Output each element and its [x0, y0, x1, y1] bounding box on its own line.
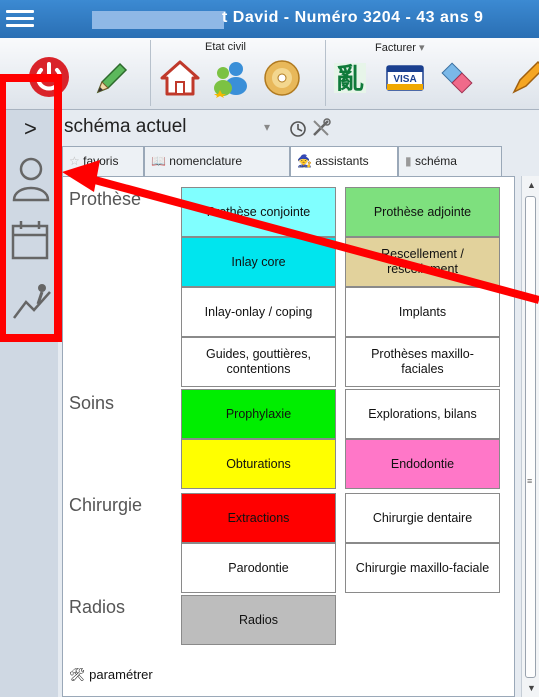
etat-civil-label: Etat civil [205, 41, 246, 53]
assistant-button[interactable]: Chirurgie maxillo-faciale [345, 543, 500, 593]
user-icon[interactable] [10, 154, 52, 202]
home-icon[interactable] [160, 58, 200, 98]
panel-title[interactable]: schéma actuel [64, 116, 187, 138]
patients-icon[interactable] [210, 58, 250, 98]
calendar-icon[interactable] [10, 218, 50, 262]
assistant-button[interactable]: Prophylaxie [181, 389, 336, 439]
pencil-icon[interactable] [90, 58, 130, 98]
svg-text:VISA: VISA [393, 74, 416, 85]
tab-assistants[interactable]: 🧙 assistants [290, 146, 398, 178]
disc-icon[interactable] [262, 58, 302, 98]
assistant-button[interactable]: Rescellement / rescellement [345, 237, 500, 287]
scroll-grip-icon: ≡ [527, 476, 533, 486]
svg-text:亂: 亂 [336, 62, 364, 95]
category-label: Prothèse [69, 189, 142, 209]
toolbar-divider [325, 40, 326, 106]
facturer-label[interactable]: Facturer ▾ [375, 41, 425, 54]
parametrer-link[interactable]: 🛠 paramétrer [69, 667, 153, 683]
assistant-button[interactable]: Extractions [181, 493, 336, 543]
category-label: Soins [69, 393, 115, 413]
main-toolbar: Etat civil Facturer ▾ 亂 VISA [0, 38, 539, 110]
scroll-thumb[interactable] [525, 196, 536, 678]
category-label: Radios [69, 597, 126, 617]
vertical-scrollbar[interactable]: ▲ ≡ ▼ [521, 176, 539, 697]
tab-nomenclature[interactable]: 📖 nomenclature [144, 146, 290, 176]
assistant-button[interactable]: Chirurgie dentaire [345, 493, 500, 543]
left-sidebar: > [0, 110, 58, 697]
eraser-icon[interactable] [437, 58, 477, 98]
assistant-panel: schéma actuel ▾ ☆ favoris 📖 nomenclature… [58, 110, 539, 697]
category-label: Chirurgie [69, 495, 143, 515]
tab-favoris[interactable]: ☆ favoris [62, 146, 144, 176]
redacted-patient-name [92, 11, 224, 29]
assistant-button[interactable]: Prothèse adjointe [345, 187, 500, 237]
assistant-button[interactable]: Radios [181, 595, 336, 645]
assistant-button[interactable]: Obturations [181, 439, 336, 489]
assistant-button[interactable]: Explorations, bilans [345, 389, 500, 439]
assistant-button[interactable]: Implants [345, 287, 500, 337]
schema-dropdown-arrow[interactable]: ▾ [264, 120, 270, 134]
toolbar-divider [150, 40, 151, 106]
history-icon[interactable] [288, 119, 308, 139]
assistant-button[interactable]: Guides, gouttières, contentions [181, 337, 336, 387]
power-icon[interactable] [28, 56, 70, 98]
pencil-orange-icon[interactable] [510, 58, 539, 98]
window-title: t David - Numéro 3204 - 43 ans 9 [222, 9, 484, 26]
assistant-button[interactable]: Prothèse conjointe [181, 187, 336, 237]
assistant-button[interactable]: Endodontie [345, 439, 500, 489]
chinese-character-icon[interactable]: 亂 [330, 58, 370, 98]
assistants-grid: Prothèse Soins Chirurgie Radios Prothèse… [62, 176, 515, 697]
scroll-down-icon[interactable]: ▼ [527, 683, 536, 693]
tools-icon[interactable] [310, 117, 332, 139]
tab-schema[interactable]: ▮ schéma [398, 146, 502, 176]
assistant-button[interactable]: Prothèses maxillo-faciales [345, 337, 500, 387]
expand-chevron-icon[interactable]: > [24, 116, 37, 142]
climber-icon[interactable] [12, 280, 52, 322]
visa-card-icon[interactable]: VISA [385, 58, 425, 98]
assistant-button[interactable]: Inlay-onlay / coping [181, 287, 336, 337]
scroll-up-icon[interactable]: ▲ [527, 180, 536, 190]
menu-icon[interactable] [6, 10, 34, 28]
title-bar: t David - Numéro 3204 - 43 ans 9 [0, 0, 539, 38]
assistant-button[interactable]: Parodontie [181, 543, 336, 593]
assistant-button[interactable]: Inlay core [181, 237, 336, 287]
